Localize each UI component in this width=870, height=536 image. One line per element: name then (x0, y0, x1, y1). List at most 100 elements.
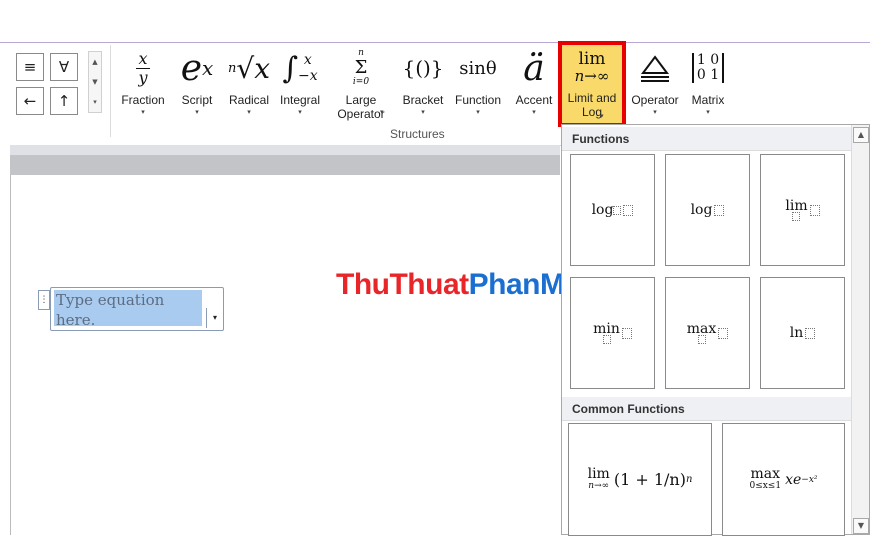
structures-group-label: Structures (390, 127, 445, 141)
integral-label: Integral (279, 93, 321, 107)
fraction-icon: x y (117, 43, 169, 93)
argument-placeholder (805, 327, 816, 339)
fraction-numerator: x (138, 48, 148, 68)
limit-bottom: n→∞ (574, 67, 610, 85)
argument-placeholder (714, 204, 725, 216)
fraction-button[interactable]: x y Fraction ▾ (117, 43, 169, 123)
symbol-identical[interactable]: ≡ (16, 53, 44, 81)
symbols-scroll-down[interactable]: ▼ (89, 72, 101, 92)
limit-icon: lim n→∞ (562, 45, 622, 91)
chevron-down-icon: ▾ (195, 108, 199, 116)
chevron-down-icon: ▾ (380, 108, 384, 116)
function-lim[interactable]: lim (760, 154, 845, 266)
argument-placeholder (718, 327, 729, 339)
chevron-down-icon: ▾ (706, 108, 710, 116)
function-name: ln (789, 325, 804, 341)
large-operator-button[interactable]: n Σ i=0 Large Operator ▾ (328, 43, 394, 123)
symbols-scroll: ▲ ▼ ▾ (88, 51, 102, 113)
integral-icon: ∫ x −x (275, 43, 325, 93)
chevron-down-icon: ▾ (298, 108, 302, 116)
accent-label: Accent (515, 93, 553, 107)
symbols-scroll-up[interactable]: ▲ (89, 52, 101, 72)
script-base: e (180, 47, 203, 89)
common-function-max[interactable]: max 0≤x≤1 xe −x² (722, 423, 845, 536)
function-name: lim (785, 197, 808, 214)
watermark-part-1: ThuThuat (336, 268, 469, 301)
function-icon: sinθ (450, 43, 506, 93)
scroll-down-icon[interactable]: ▼ (853, 518, 869, 534)
symbols-group: ≡ ∀ ← ↑ ▲ ▼ ▾ (10, 43, 110, 143)
ruler-band-dark (10, 155, 560, 175)
integral-sign: ∫ (282, 50, 298, 86)
common-sup: n (685, 474, 693, 485)
limit-and-log-label: Limit and Log (567, 91, 617, 119)
radical-index: n (227, 60, 237, 76)
chevron-down-icon: ▾ (653, 108, 657, 116)
ruler-band (10, 145, 560, 155)
bracket-label: Bracket (402, 93, 444, 107)
equation-options-icon[interactable]: ▾ (206, 308, 223, 328)
equation-box[interactable]: ⋮ Type equation here. ▾ (38, 287, 224, 331)
integral-lower: −x (298, 68, 318, 84)
limit-top: lim (578, 49, 606, 69)
title-strip (0, 0, 870, 43)
function-min[interactable]: min (570, 277, 655, 389)
common-function-limit-e[interactable]: lim n→∞ (1 + 1/n) n (568, 423, 712, 536)
chevron-down-icon: ▾ (421, 108, 425, 116)
matrix-button[interactable]: 1 0 0 1 Matrix ▾ (684, 43, 732, 123)
function-name: log (690, 202, 713, 218)
limit-and-log-gallery: Functions log log lim min max ln Common … (561, 124, 870, 536)
common-functions-header: Common Functions (562, 397, 852, 421)
function-log-base[interactable]: log (570, 154, 655, 266)
script-button[interactable]: ex Script ▾ (172, 43, 222, 123)
under-placeholder (792, 211, 801, 221)
function-ln[interactable]: ln (760, 277, 845, 389)
function-name: log (591, 202, 614, 218)
fraction-label: Fraction (121, 93, 165, 107)
operator-label: Operator (631, 93, 679, 107)
bracket-button[interactable]: {()} Bracket ▾ (398, 43, 448, 123)
largeop-sign: Σ (354, 57, 368, 78)
matrix-row-2: 0 1 (696, 67, 720, 83)
limit-and-log-button[interactable]: lim n→∞ Limit and Log ▾ (558, 41, 626, 127)
symbol-for-all[interactable]: ∀ (50, 53, 78, 81)
function-name: min (593, 320, 620, 337)
radical-button[interactable]: n √x Radical ▾ (224, 43, 274, 123)
radical-body: √x (236, 51, 270, 85)
function-glyph: sinθ (459, 57, 497, 79)
script-label: Script (181, 93, 213, 107)
equation-input[interactable]: Type equation here. (54, 290, 202, 329)
script-icon: ex (172, 43, 222, 93)
common-op: lim (587, 465, 610, 482)
operator-button[interactable]: Operator ▾ (626, 43, 684, 123)
accent-glyph: ä (523, 47, 545, 89)
scroll-up-icon[interactable]: ▲ (853, 127, 869, 143)
chevron-down-icon: ▾ (247, 108, 251, 116)
chevron-down-icon: ▾ (476, 108, 480, 116)
gallery-scrollbar[interactable]: ▲ ▼ (851, 125, 869, 534)
integral-button[interactable]: ∫ x −x Integral ▾ (275, 43, 325, 123)
document-page (10, 175, 561, 535)
chevron-down-icon: ▾ (600, 112, 604, 120)
accent-button[interactable]: ä Accent ▾ (510, 43, 558, 123)
symbol-up-arrow[interactable]: ↑ (50, 87, 78, 115)
function-button[interactable]: sinθ Function ▾ (450, 43, 506, 123)
subscript-placeholder (613, 205, 622, 215)
largeop-lower: i=0 (352, 77, 370, 87)
radical-label: Radical (228, 93, 270, 107)
symbols-more[interactable]: ▾ (89, 92, 101, 112)
equation-handle-icon[interactable]: ⋮ (38, 290, 50, 310)
function-log[interactable]: log (665, 154, 750, 266)
common-body: (1 + 1/n) (613, 470, 686, 489)
chevron-down-icon: ▾ (532, 108, 536, 116)
large-operator-icon: n Σ i=0 (328, 43, 394, 93)
accent-icon: ä (510, 43, 558, 93)
function-max[interactable]: max (665, 277, 750, 389)
common-body: xe (785, 471, 802, 488)
operator-icon (626, 43, 684, 93)
function-label: Function (454, 93, 502, 107)
matrix-row-1: 1 0 (696, 52, 720, 68)
symbol-left-arrow[interactable]: ← (16, 87, 44, 115)
bracket-icon: {()} (398, 43, 448, 93)
under-placeholder (697, 334, 706, 344)
